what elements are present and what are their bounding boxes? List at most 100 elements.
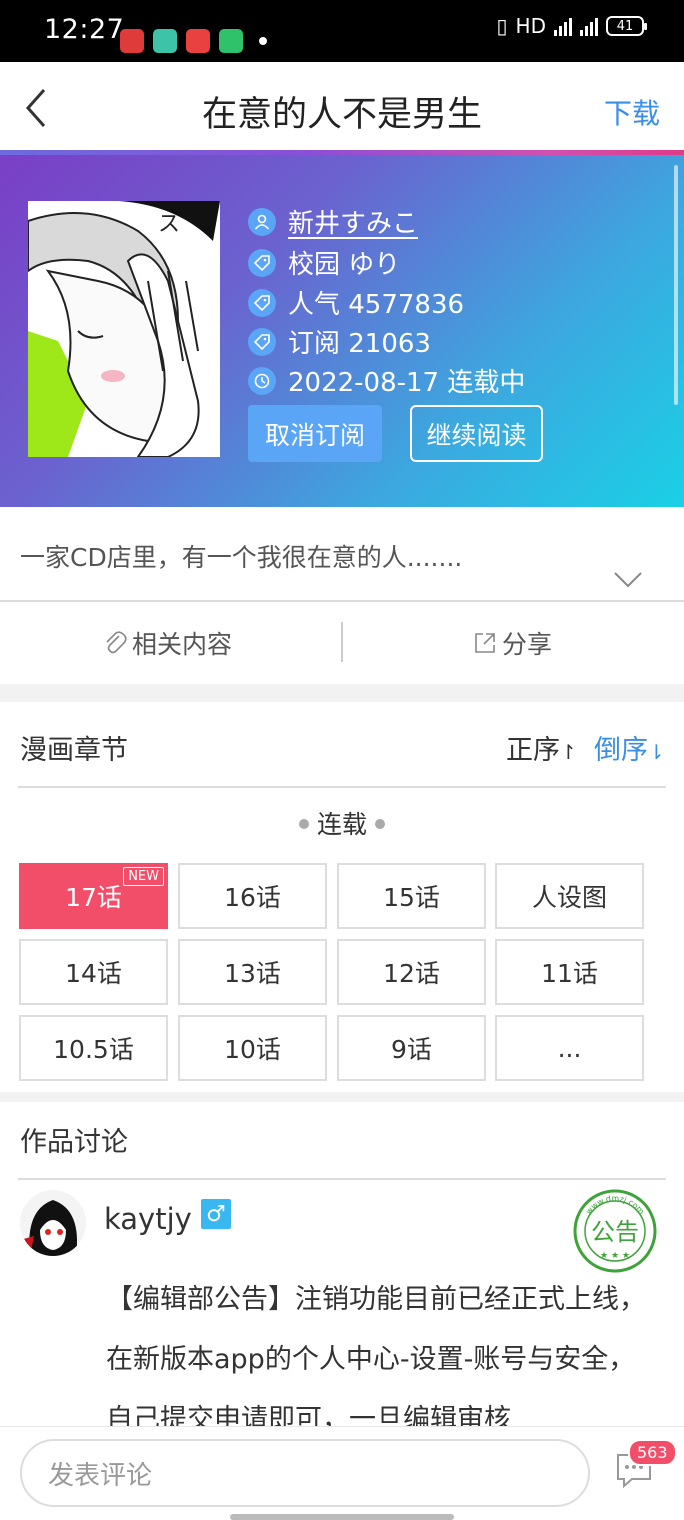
comment-input[interactable]: 发表评论 [20, 1439, 590, 1507]
battery-level: 41 [616, 18, 634, 34]
popularity-row: 人气 4577836 [248, 284, 464, 321]
comment-bar: 发表评论 563 [0, 1426, 684, 1520]
chapter-label: 15话 [383, 883, 440, 912]
avatar-image [20, 1190, 86, 1256]
chapter-label: 10话 [224, 1035, 281, 1064]
chapter-label: 9话 [391, 1035, 432, 1064]
author-row: 新井すみこ [248, 203, 418, 240]
continue-reading-button[interactable]: 继续阅读 [410, 405, 543, 462]
chapter-button[interactable]: 10话 [178, 1015, 327, 1081]
avatar[interactable] [20, 1190, 86, 1256]
sort-asc-label: 正序 [506, 735, 560, 766]
chapter-label: 17话 [65, 883, 122, 912]
top-nav: 在意的人不是男生 下载 [0, 62, 684, 154]
home-indicator [230, 1514, 454, 1520]
scroll-indicator [674, 165, 678, 405]
share-button[interactable]: 分享 [472, 625, 552, 661]
chapter-label: 11话 [541, 959, 598, 988]
more-notifications-dot [259, 37, 267, 45]
share-label: 分享 [502, 630, 553, 659]
status-indicators: ▯ HD 41 [497, 14, 647, 38]
chapter-button[interactable]: 15话 [337, 863, 486, 929]
more-chapters-button[interactable]: ... [495, 1015, 644, 1081]
chapter-label: 12话 [383, 959, 440, 988]
announcement-stamp-icon: www.dmzj.com 公告 ★ ★ ★ [573, 1189, 657, 1273]
chapter-button[interactable]: 16话 [178, 863, 327, 929]
video-notification-icon [186, 29, 210, 53]
comic-header: ス 新井すみこ 校园 ゆり 人气 4577836 订阅 21063 2022-0… [0, 155, 684, 507]
tag-icon [248, 327, 276, 356]
status-time: 12:27 [44, 14, 125, 45]
chapter-button[interactable]: 10.5话 [19, 1015, 168, 1081]
hd-indicator: HD [515, 14, 546, 38]
chapter-button[interactable]: 11话 [495, 939, 644, 1005]
chapter-button[interactable]: 14话 [19, 939, 168, 1005]
sort-ascending-button[interactable]: 正序↾ [506, 728, 577, 767]
clock-icon [248, 366, 276, 395]
related-content-button[interactable]: 相关内容 [102, 625, 232, 661]
sort-desc-label: 倒序 [594, 735, 648, 766]
comic-cover[interactable]: ス [28, 201, 220, 457]
download-button[interactable]: 下载 [604, 92, 660, 132]
stamp-text: 公告 [591, 1218, 639, 1246]
discussion-title: 作品讨论 [20, 1127, 128, 1158]
group-label: 连载 [316, 810, 367, 839]
update-text: 2022-08-17 连载中 [288, 368, 526, 398]
divider [18, 786, 666, 788]
tag-icon [248, 288, 276, 317]
tag-icon [248, 248, 276, 277]
chapter-button[interactable]: 12话 [337, 939, 486, 1005]
chapters-title: 漫画章节 [20, 735, 128, 766]
arrow-up-icon: ↾ [560, 740, 577, 764]
chapter-button[interactable]: 9话 [337, 1015, 486, 1081]
svg-text:★ ★ ★: ★ ★ ★ [600, 1251, 630, 1261]
back-arrow-icon[interactable] [18, 84, 58, 132]
paperclip-icon [106, 631, 127, 654]
related-label: 相关内容 [132, 630, 233, 659]
tags-row: 校园 ゆり [248, 244, 400, 281]
author-link[interactable]: 新井すみこ [288, 203, 418, 240]
wechat-notification-icon [219, 29, 243, 53]
chat-notification-icon [153, 29, 177, 53]
signal2-icon [580, 16, 598, 36]
chapter-label: ... [557, 1033, 582, 1063]
user-icon [248, 207, 276, 236]
update-row: 2022-08-17 连载中 [248, 362, 525, 399]
chapter-label: 16话 [224, 883, 281, 912]
comment-count-badge: 563 [628, 1439, 677, 1466]
username[interactable]: kaytjy [104, 1202, 192, 1236]
share-icon [475, 633, 495, 653]
chapter-label: 13话 [224, 959, 281, 988]
page-title: 在意的人不是男生 [201, 95, 482, 135]
sort-descending-button[interactable]: 倒序⇂ [594, 728, 665, 767]
actions-divider [341, 622, 343, 662]
subscriptions-text: 订阅 21063 [288, 329, 431, 359]
status-bar: 12:27 ▯ HD 41 [0, 0, 684, 62]
chapter-button[interactable]: 人设图 [495, 863, 644, 929]
cover-art: ス [28, 201, 220, 457]
section-gap [0, 684, 684, 702]
divider [0, 600, 684, 602]
chevron-down-icon[interactable] [612, 570, 644, 590]
dot-icon [298, 819, 309, 829]
post-content: 【编辑部公告】注销功能目前已经正式上线，在新版本app的个人中心-设置-账号与安… [106, 1284, 646, 1435]
signal-icon [554, 16, 572, 36]
svg-text:ス: ス [158, 212, 180, 237]
dot-icon [375, 819, 385, 829]
app-notification-icon [120, 29, 144, 53]
popularity-text: 人气 4577836 [288, 290, 465, 320]
unsubscribe-button[interactable]: 取消订阅 [248, 405, 382, 462]
comic-description: 一家CD店里，有一个我很在意的人....... [20, 543, 463, 572]
new-badge: NEW [123, 867, 164, 886]
male-icon: ♂ [201, 1199, 231, 1229]
subscriptions-row: 订阅 21063 [248, 323, 431, 360]
tags-text[interactable]: 校园 ゆり [288, 244, 400, 281]
chapter-button[interactable]: 17话 NEW [19, 863, 168, 929]
chapter-label: 10.5话 [53, 1035, 134, 1064]
chapter-label: 14话 [65, 959, 122, 988]
chapter-button[interactable]: 13话 [178, 939, 327, 1005]
battery-icon: 41 [606, 16, 647, 36]
serial-group-label: 连载 [0, 805, 684, 841]
chapter-label: 人设图 [531, 883, 607, 912]
arrow-down-icon: ⇂ [648, 740, 665, 764]
